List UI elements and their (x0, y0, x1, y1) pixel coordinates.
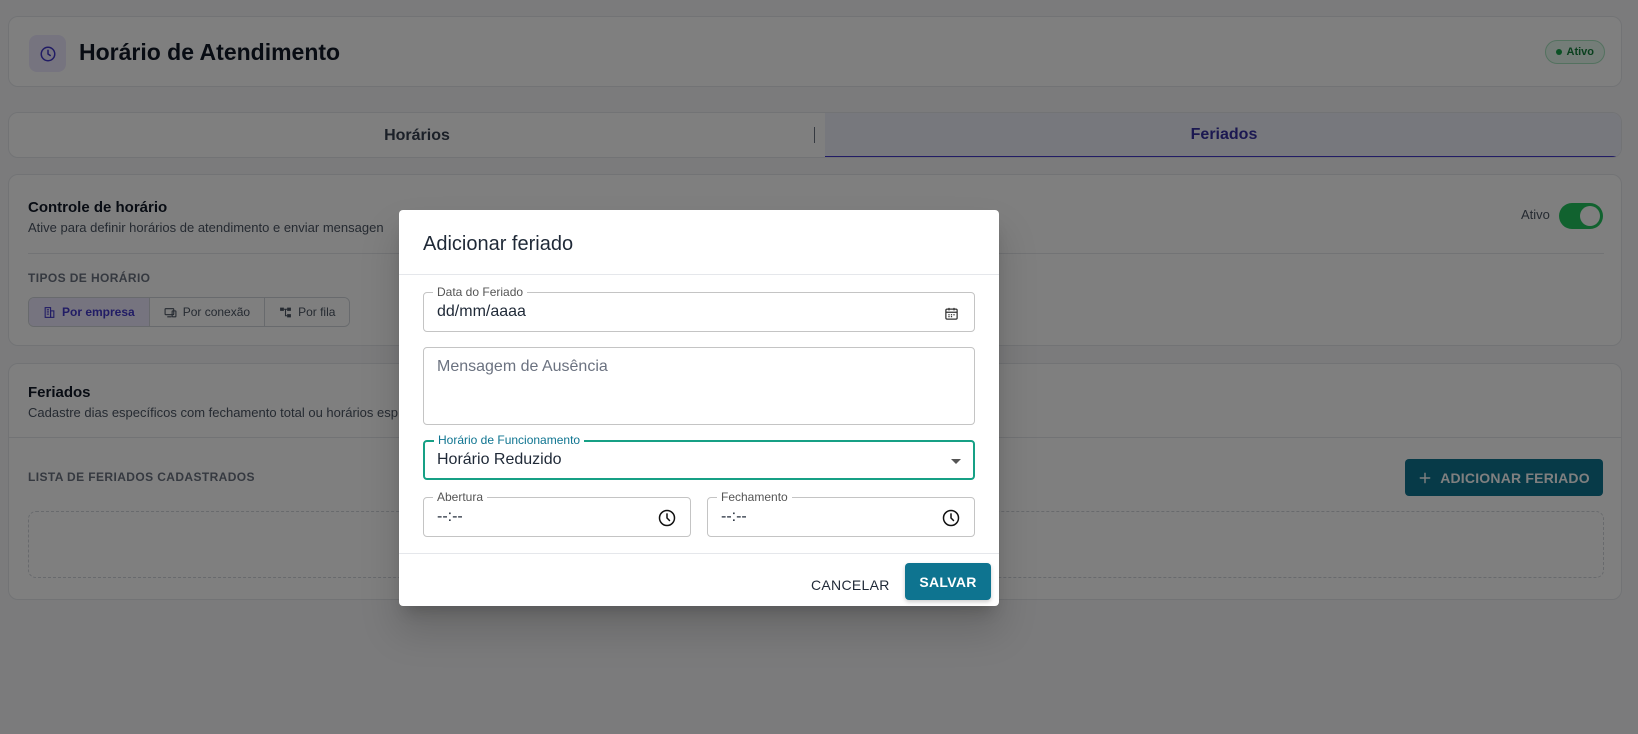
closing-time-field[interactable]: Fechamento --:-- (707, 490, 975, 537)
dialog-title: Adicionar feriado (423, 233, 574, 255)
chevron-down-icon (951, 459, 961, 464)
calendar-icon[interactable] (940, 302, 962, 324)
operating-hours-label: Horário de Funcionamento (434, 433, 585, 447)
operating-hours-value: Horário Reduzido (437, 451, 562, 468)
holiday-date-field[interactable]: Data do Feriado dd/mm/aaaa (423, 285, 975, 332)
opening-time-label: Abertura (433, 490, 488, 504)
holiday-date-label: Data do Feriado (433, 285, 528, 299)
closing-time-label: Fechamento (717, 490, 792, 504)
clock-icon[interactable] (940, 507, 962, 529)
cancel-button[interactable]: CANCELAR (801, 568, 900, 602)
opening-time-value: --:-- (437, 508, 463, 525)
dialog-divider (399, 274, 999, 275)
holiday-date-value: dd/mm/aaaa (437, 303, 526, 320)
dialog-divider (399, 553, 999, 554)
closing-time-value: --:-- (721, 508, 747, 525)
absence-message-field[interactable]: Mensagem de Ausência (423, 347, 975, 425)
add-holiday-dialog: Adicionar feriado Data do Feriado dd/mm/… (399, 210, 999, 606)
opening-time-field[interactable]: Abertura --:-- (423, 490, 691, 537)
save-button[interactable]: SALVAR (905, 563, 991, 600)
absence-message-placeholder: Mensagem de Ausência (437, 358, 608, 375)
operating-hours-select[interactable]: Horário de Funcionamento Horário Reduzid… (423, 433, 975, 480)
clock-icon[interactable] (656, 507, 678, 529)
